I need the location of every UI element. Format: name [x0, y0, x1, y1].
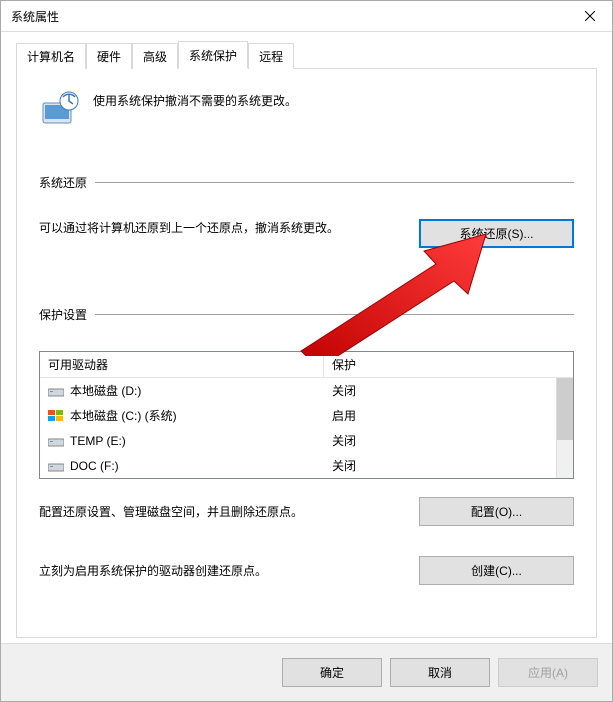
drive-icon	[48, 385, 64, 397]
create-description: 立刻为启用系统保护的驱动器创建还原点。	[39, 562, 389, 579]
divider	[95, 314, 574, 315]
header-protection[interactable]: 保护	[324, 352, 573, 377]
cancel-button[interactable]: 取消	[390, 658, 490, 687]
restore-section-title: 系统还原	[39, 174, 87, 191]
drive-name: 本地磁盘 (C:) (系统)	[70, 407, 177, 424]
drive-status: 启用	[324, 405, 556, 426]
drive-icon	[48, 435, 64, 447]
tab-remote[interactable]: 远程	[248, 43, 294, 69]
drive-table: 可用驱动器 保护 本地磁盘 (D:) 关闭 本地磁盘 (C:) (系统)	[39, 351, 574, 479]
scrollbar[interactable]	[556, 378, 573, 478]
divider	[95, 182, 574, 183]
restore-description: 可以通过将计算机还原到上一个还原点，撤消系统更改。	[39, 219, 389, 238]
tab-advanced[interactable]: 高级	[132, 43, 178, 69]
table-row[interactable]: DOC (F:) 关闭	[40, 453, 556, 478]
drive-status: 关闭	[324, 430, 556, 451]
table-row[interactable]: 本地磁盘 (D:) 关闭	[40, 378, 556, 403]
ok-button[interactable]: 确定	[282, 658, 382, 687]
config-description: 配置还原设置、管理磁盘空间，并且删除还原点。	[39, 503, 389, 520]
drive-status: 关闭	[324, 380, 556, 401]
titlebar: 系统属性	[1, 1, 612, 32]
drive-name: DOC (F:)	[70, 459, 119, 473]
header-drive[interactable]: 可用驱动器	[40, 352, 324, 377]
drive-name: TEMP (E:)	[70, 434, 126, 448]
tab-hardware[interactable]: 硬件	[86, 43, 132, 69]
dialog-footer: 确定 取消 应用(A)	[1, 643, 612, 701]
table-row[interactable]: TEMP (E:) 关闭	[40, 428, 556, 453]
system-restore-button[interactable]: 系统还原(S)...	[419, 219, 574, 248]
table-row[interactable]: 本地磁盘 (C:) (系统) 启用	[40, 403, 556, 428]
scroll-thumb[interactable]	[557, 378, 573, 440]
configure-button[interactable]: 配置(O)...	[419, 497, 574, 526]
apply-button[interactable]: 应用(A)	[498, 658, 598, 687]
close-icon	[585, 11, 595, 21]
tab-computer-name[interactable]: 计算机名	[16, 43, 86, 69]
windows-drive-icon	[48, 410, 64, 422]
tab-system-protection[interactable]: 系统保护	[178, 41, 248, 69]
close-button[interactable]	[567, 1, 612, 31]
drive-icon	[48, 460, 64, 472]
system-protection-icon	[39, 89, 79, 129]
window-title: 系统属性	[11, 8, 59, 25]
drive-name: 本地磁盘 (D:)	[70, 382, 141, 399]
table-header: 可用驱动器 保护	[40, 352, 573, 378]
create-button[interactable]: 创建(C)...	[419, 556, 574, 585]
drive-status: 关闭	[324, 455, 556, 476]
tab-panel-system-protection: 使用系统保护撤消不需要的系统更改。 系统还原 可以通过将计算机还原到上一个还原点…	[16, 69, 597, 638]
protection-section-title: 保护设置	[39, 306, 87, 323]
tab-bar: 计算机名 硬件 高级 系统保护 远程	[16, 43, 597, 69]
intro-text: 使用系统保护撤消不需要的系统更改。	[93, 89, 297, 109]
